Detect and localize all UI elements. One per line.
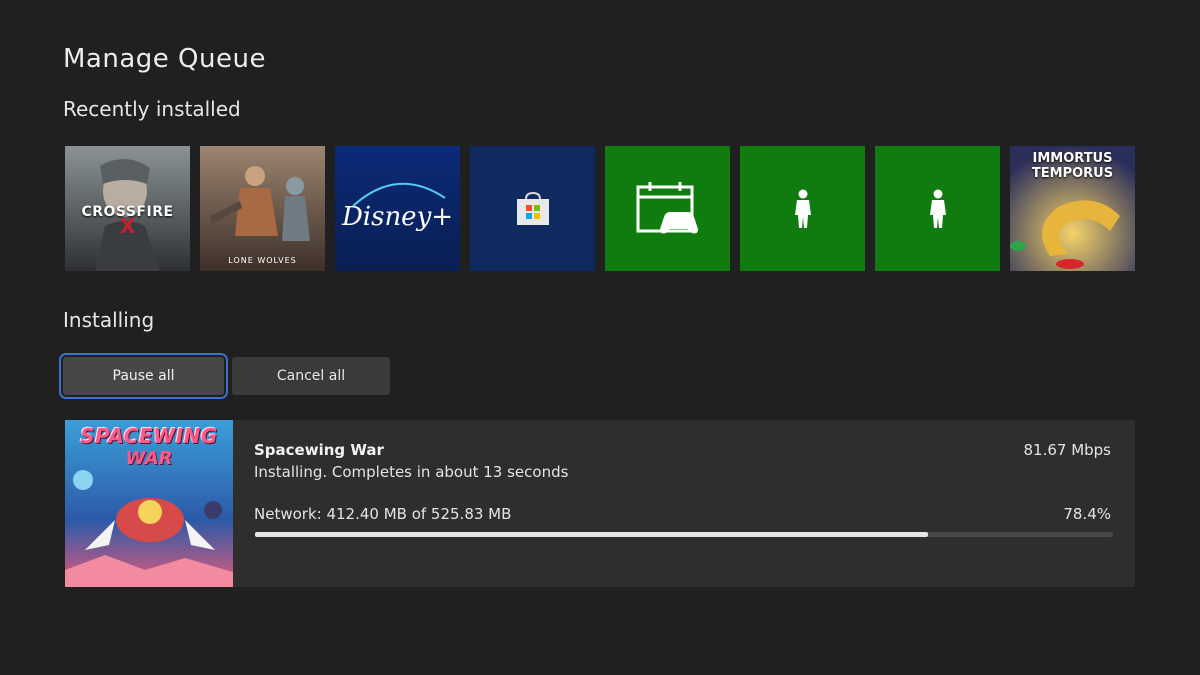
recently-installed-heading: Recently installed (63, 97, 241, 121)
tile-halo-lone-wolves[interactable]: LONE WOLVES (200, 146, 325, 271)
immortus-title-line1: IMMORTUS (1032, 151, 1113, 166)
tile-xbox-events[interactable] (605, 146, 730, 271)
install-progress-bar (255, 532, 1113, 537)
tile-avatar-app-1[interactable] (740, 146, 865, 271)
crossfire-x-mark: X (120, 214, 136, 238)
spacewing-war-thumbnail: SPACEWING WAR (65, 420, 233, 587)
halo-art (200, 146, 325, 271)
spacewing-logo-line2: WAR (125, 448, 173, 469)
spacewing-logo-line1: SPACEWING (80, 424, 218, 448)
installing-heading: Installing (63, 308, 155, 332)
install-item-percent: 78.4% (1063, 505, 1111, 523)
disney-plus-logo-text: Disney+ (341, 201, 454, 232)
avatar-figure-icon (794, 189, 811, 228)
pause-all-button[interactable]: Pause all (63, 357, 224, 395)
install-item-speed: 81.67 Mbps (1023, 441, 1111, 459)
install-item-card[interactable]: SPACEWING WAR Spacewing War Installing. … (65, 420, 1135, 587)
install-item-network: Network: 412.40 MB of 525.83 MB (254, 505, 512, 523)
page-title: Manage Queue (63, 44, 266, 74)
tile-microsoft-store[interactable] (470, 146, 595, 271)
install-progress-fill (255, 532, 928, 537)
tile-avatar-app-2[interactable] (875, 146, 1000, 271)
store-bag-icon (516, 191, 549, 225)
install-item-name: Spacewing War (254, 441, 384, 459)
cancel-all-button[interactable]: Cancel all (232, 357, 390, 395)
tile-disney-plus[interactable]: Disney+ (335, 146, 460, 271)
halo-lone-wolves-text: LONE WOLVES (228, 256, 297, 265)
install-item-status: Installing. Completes in about 13 second… (254, 463, 569, 481)
immortus-title-line2: TEMPORUS (1031, 166, 1114, 181)
avatar-figure-icon (929, 189, 946, 228)
tile-immortus-temporus[interactable]: IMMORTUS TEMPORUS (1010, 146, 1135, 271)
tile-crossfire[interactable]: CROSSFIRE X (65, 146, 190, 271)
calendar-controller-icon (636, 181, 698, 233)
